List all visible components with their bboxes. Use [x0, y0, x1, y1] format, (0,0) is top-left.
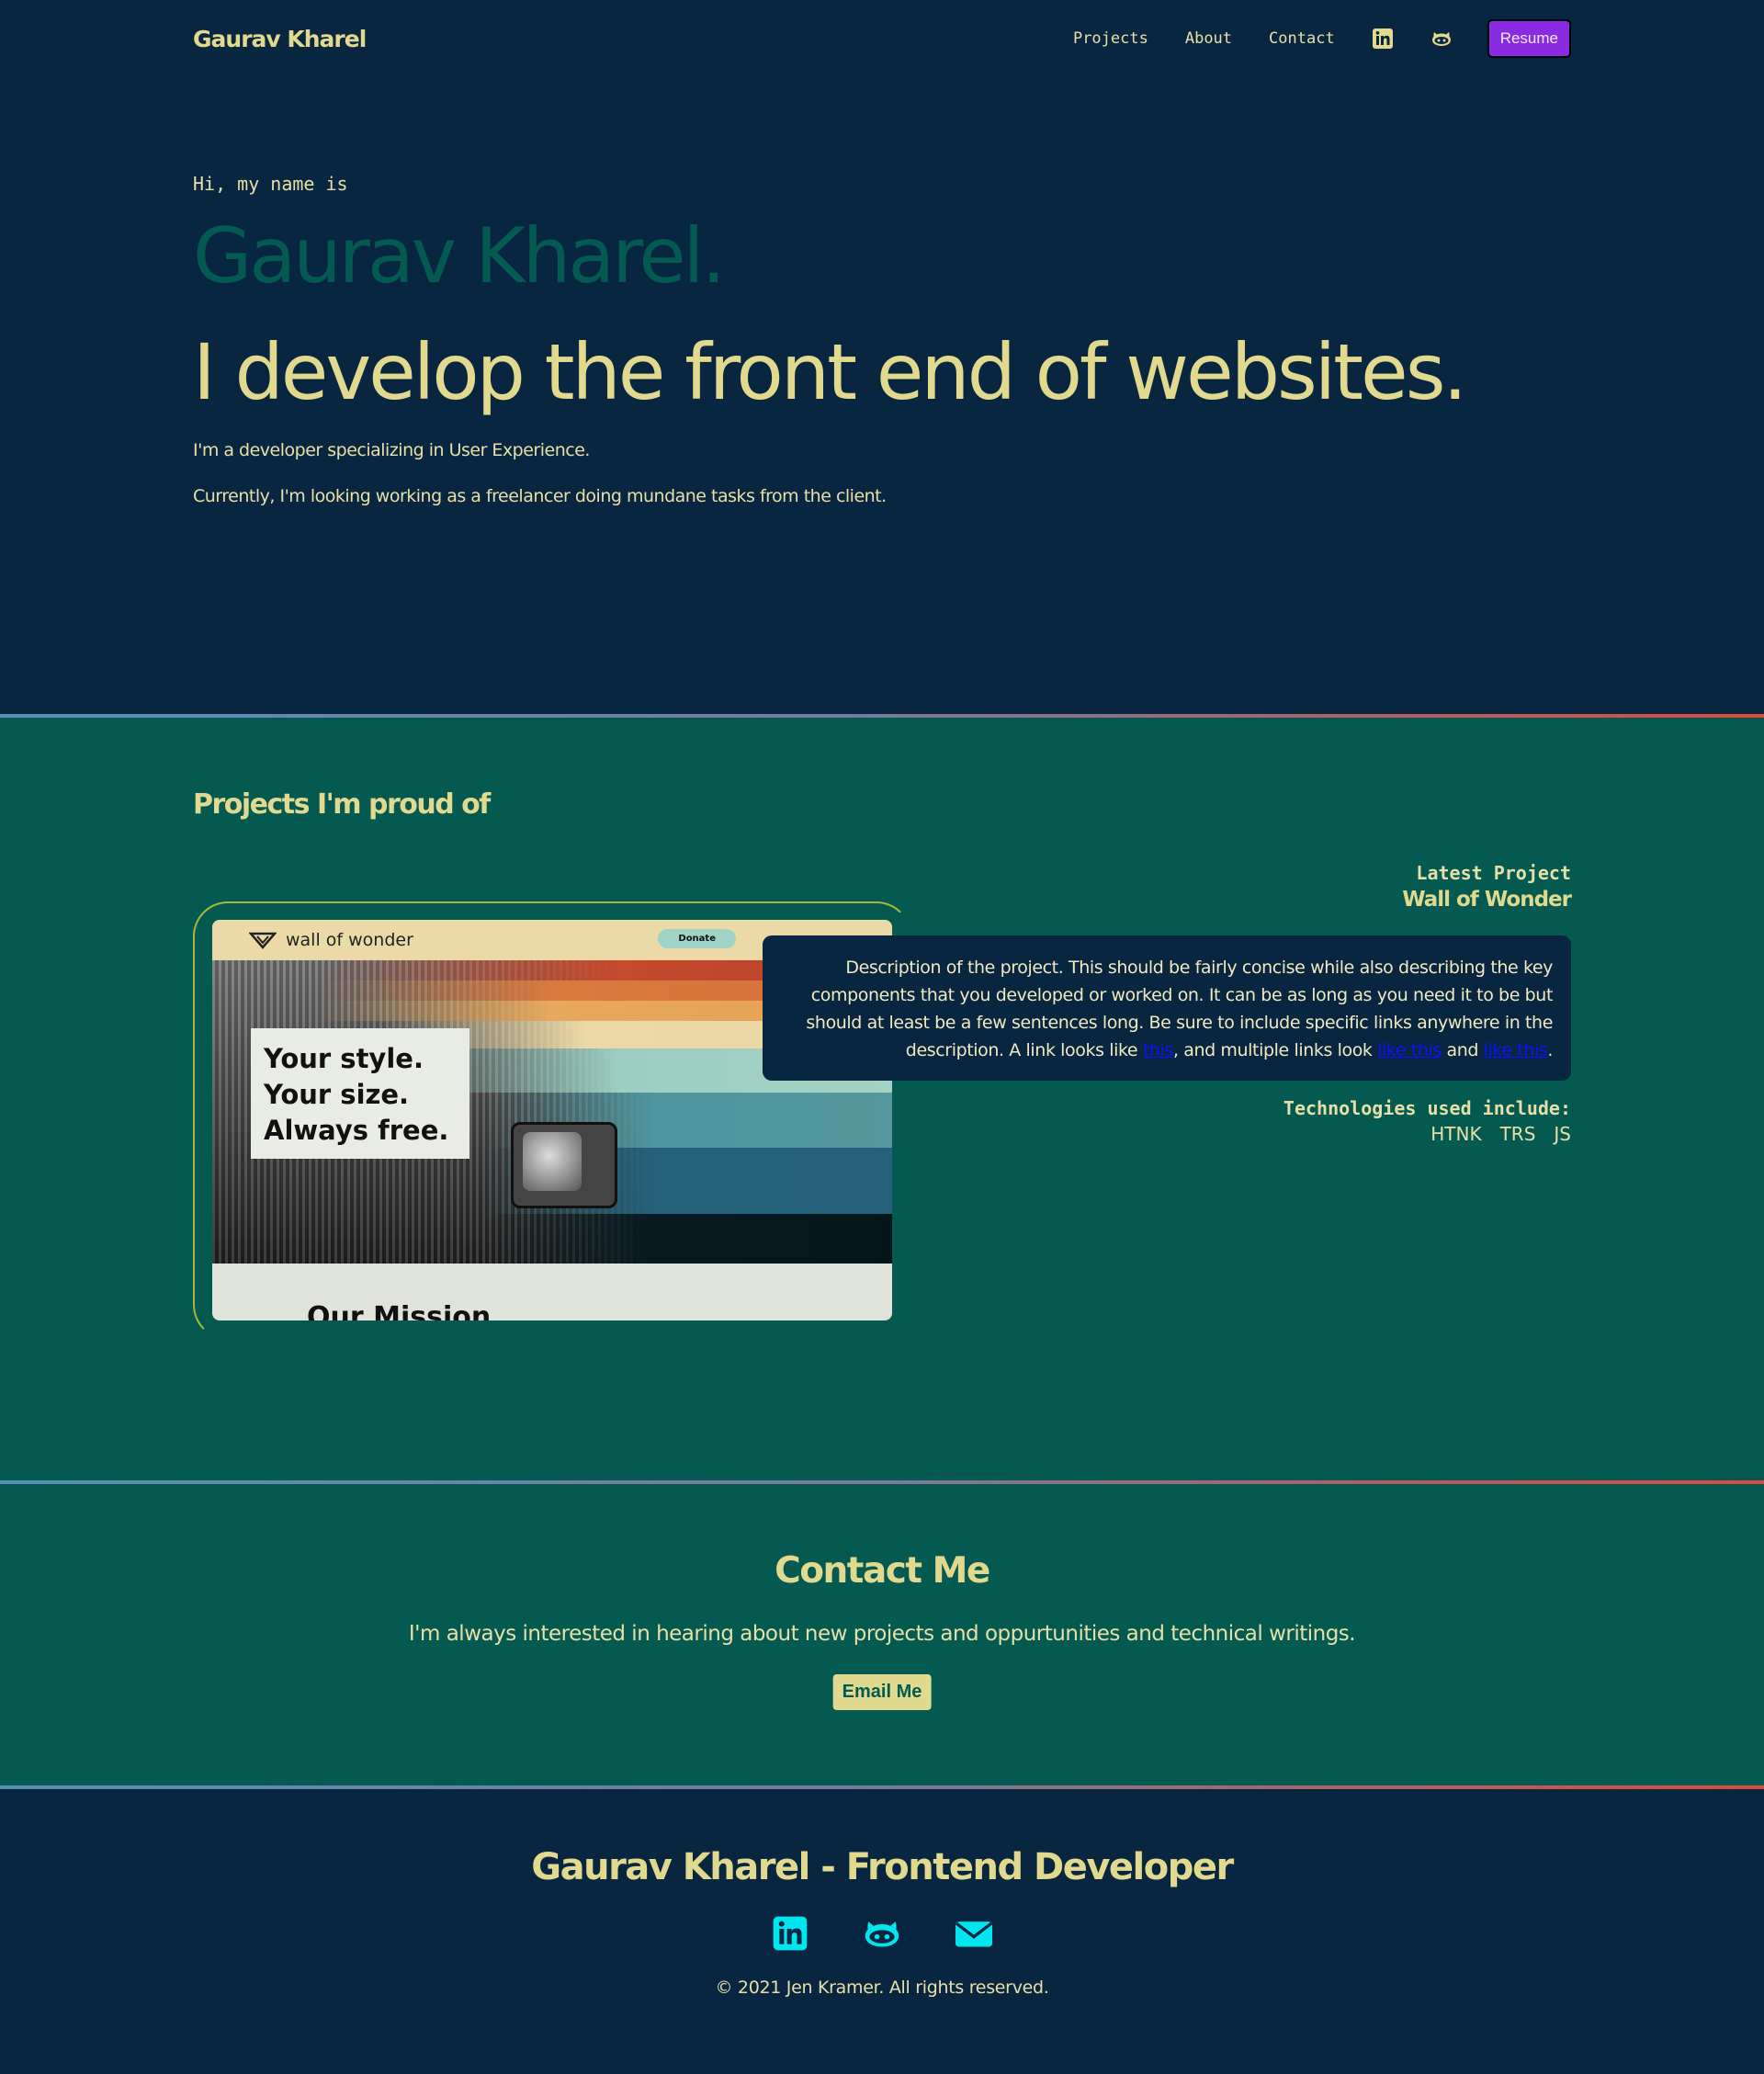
wow-logo-icon — [249, 932, 277, 949]
desc-text-4: . — [1547, 1040, 1553, 1060]
stripe-dark — [212, 1214, 892, 1264]
nav-link-about[interactable]: About — [1185, 29, 1232, 48]
contact-text: I'm always interested in hearing about n… — [408, 1622, 1356, 1646]
project-description: Description of the project. This should … — [763, 935, 1571, 1081]
resume-button[interactable]: Resume — [1487, 19, 1571, 58]
screenshot-headline: Your style. Your size. Always free. — [264, 1043, 449, 1146]
screenshot-logo-text: wall of wonder — [286, 930, 413, 950]
top-nav: Gaurav Kharel Projects About Contact Res… — [193, 0, 1571, 77]
screenshot-logo: wall of wonder — [249, 930, 413, 950]
mail-icon[interactable] — [954, 1915, 994, 1955]
github-icon[interactable] — [862, 1915, 902, 1955]
tech-item: TRS — [1499, 1123, 1536, 1145]
footer-title: Gaurav Kharel - Frontend Developer — [531, 1846, 1234, 1888]
hero-paragraph-status: Currently, I'm looking working as a free… — [193, 486, 887, 506]
brand-logo[interactable]: Gaurav Kharel — [193, 26, 367, 52]
desc-link-2[interactable]: like this — [1377, 1040, 1442, 1060]
tech-label: Technologies used include: — [1283, 1097, 1571, 1119]
hero-section: Hi, my name is Gaurav Kharel. I develop … — [193, 77, 1571, 714]
email-me-button[interactable]: Email Me — [832, 1674, 932, 1710]
projects-section: Projects I'm proud of wall of wonder Don… — [0, 718, 1764, 1480]
contact-title: Contact Me — [775, 1550, 990, 1592]
hero-tagline: I develop the front end of websites. — [193, 327, 1467, 417]
nav-menu: Projects About Contact Resume — [1036, 19, 1571, 58]
linkedin-icon[interactable] — [770, 1915, 810, 1955]
hero-paragraph-specialty: I'm a developer specializing in User Exp… — [193, 440, 590, 460]
nav-link-projects[interactable]: Projects — [1073, 29, 1148, 48]
hero-intro: Hi, my name is — [193, 173, 348, 195]
screenshot-headline-box: Your style. Your size. Always free. — [251, 1028, 469, 1159]
desc-link-3[interactable]: like this — [1484, 1040, 1548, 1060]
desc-text-2: , and multiple links look — [1172, 1040, 1378, 1060]
tv-image — [511, 1122, 617, 1208]
contact-section: Contact Me I'm always interested in hear… — [0, 1484, 1764, 1785]
tech-item: JS — [1554, 1123, 1571, 1145]
desc-text-3: and — [1441, 1040, 1484, 1060]
copyright: © 2021 Jen Kramer. All rights reserved. — [715, 1978, 1049, 1998]
projects-title: Projects I'm proud of — [193, 788, 491, 821]
footer: Gaurav Kharel - Frontend Developer © 202… — [0, 1789, 1764, 2065]
hero-name: Gaurav Kharel. — [193, 211, 726, 300]
project-name: Wall of Wonder — [1402, 888, 1572, 912]
linkedin-icon[interactable] — [1372, 28, 1394, 50]
tech-item: HTNK — [1430, 1123, 1482, 1145]
tech-list: HTNK TRS JS — [1430, 1123, 1571, 1145]
footer-social-icons — [0, 1915, 1764, 1955]
github-icon[interactable] — [1430, 28, 1453, 50]
nav-link-contact[interactable]: Contact — [1269, 29, 1335, 48]
screenshot-donate-button: Donate — [658, 929, 736, 948]
desc-link-1[interactable]: this — [1143, 1040, 1173, 1060]
latest-project-label: Latest Project — [1416, 862, 1571, 884]
screenshot-mission-heading: Our Mission — [307, 1301, 492, 1320]
